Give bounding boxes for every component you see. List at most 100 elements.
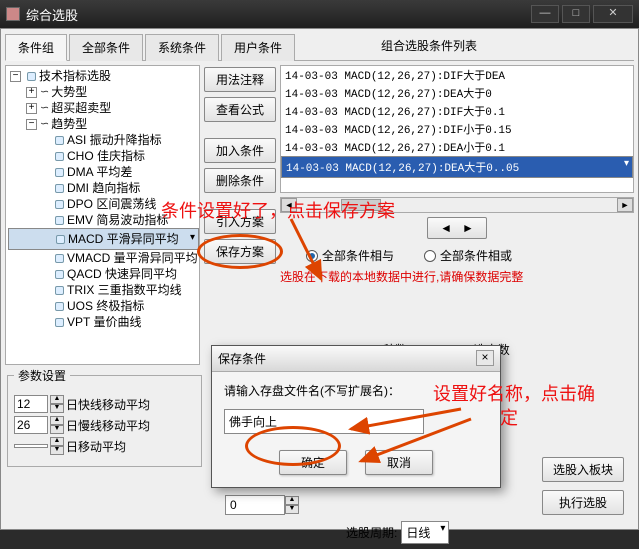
- hscrollbar[interactable]: ◄ ►: [280, 197, 634, 213]
- app-icon: [6, 7, 20, 21]
- window-title: 综合选股: [26, 5, 528, 24]
- collapse-icon[interactable]: −: [26, 119, 37, 130]
- leaf-icon: [55, 152, 64, 161]
- import-plan-button[interactable]: 引入方案: [204, 209, 276, 234]
- tree-leaf[interactable]: ASI 振动升降指标: [8, 132, 199, 148]
- leaf-icon: [55, 302, 64, 311]
- list-row[interactable]: 14-03-03 MACD(12,26,27):DIF小于0.15: [281, 120, 633, 138]
- period-select[interactable]: 日线: [401, 521, 449, 544]
- radio-and[interactable]: 全部条件相与: [306, 247, 394, 264]
- tree-leaf[interactable]: TRIX 三重指数平均线: [8, 282, 199, 298]
- list-row[interactable]: 14-03-03 MACD(12,26,27):DEA大于0..05: [281, 156, 633, 178]
- list-row[interactable]: 14-03-03 MACD(12,26,27):DIF大于DEA: [281, 66, 633, 84]
- tree-leaf[interactable]: DPO 区间震荡线: [8, 196, 199, 212]
- ok-button[interactable]: 确定: [279, 450, 347, 475]
- leaf-icon: [55, 184, 64, 193]
- spin-down-icon[interactable]: ▼: [50, 404, 64, 413]
- tree-leaf[interactable]: CHO 佳庆指标: [8, 148, 199, 164]
- tree-label: DPO 区间震荡线: [67, 196, 156, 212]
- list-row[interactable]: 14-03-03 MACD(12,26,27):DEA小于0.1: [281, 138, 633, 156]
- link-icon: ∽: [40, 116, 49, 132]
- leaf-icon: [55, 216, 64, 225]
- param-label: 日慢线移动平均: [66, 417, 150, 434]
- leaf-icon: [55, 136, 64, 145]
- tree-leaf[interactable]: EMV 简易波动指标: [8, 212, 199, 228]
- tab-all-conditions[interactable]: 全部条件: [69, 34, 143, 61]
- tab-system-conditions[interactable]: 系统条件: [145, 34, 219, 61]
- spin-up-icon[interactable]: ▲: [50, 416, 64, 425]
- tab-conditions-group[interactable]: 条件组: [5, 34, 67, 61]
- filename-input[interactable]: 佛手向上: [224, 409, 424, 434]
- execute-button[interactable]: 执行选股: [542, 490, 624, 515]
- spin-down-icon[interactable]: ▼: [285, 505, 299, 514]
- cancel-button[interactable]: 取消: [365, 450, 433, 475]
- dialog-close-button[interactable]: ×: [476, 350, 494, 366]
- tree-group[interactable]: +∽超买超卖型: [8, 100, 199, 116]
- leaf-icon: [55, 254, 64, 263]
- spin-up-icon[interactable]: ▲: [50, 395, 64, 404]
- button-column: 用法注释 查看公式 加入条件 删除条件 引入方案 保存方案: [204, 65, 276, 365]
- close-button[interactable]: ✕: [593, 5, 633, 23]
- spin-up-icon[interactable]: ▲: [285, 496, 299, 505]
- radio-label: 全部条件相与: [322, 247, 394, 264]
- tree-label: MACD 平滑异同平均: [68, 231, 179, 247]
- spinner-input[interactable]: 0: [225, 495, 285, 515]
- dialog-prompt: 请输入存盘文件名(不写扩展名)：: [224, 382, 488, 399]
- tree-group[interactable]: +∽大势型: [8, 84, 199, 100]
- condition-list[interactable]: 14-03-03 MACD(12,26,27):DIF大于DEA14-03-03…: [280, 65, 634, 193]
- tree-group[interactable]: −∽趋势型: [8, 116, 199, 132]
- tree-leaf[interactable]: DMA 平均差: [8, 164, 199, 180]
- leaf-icon: [55, 286, 64, 295]
- radio-icon: [424, 250, 436, 262]
- action-buttons: 选股入板块 执行选股: [542, 457, 624, 515]
- spin-down-icon[interactable]: ▼: [50, 446, 64, 455]
- add-to-block-button[interactable]: 选股入板块: [542, 457, 624, 482]
- tree-leaf[interactable]: UOS 终极指标: [8, 298, 199, 314]
- save-plan-button[interactable]: 保存方案: [204, 239, 276, 264]
- tree-leaf[interactable]: VPT 量价曲线: [8, 314, 199, 330]
- tree-label: ASI 振动升降指标: [67, 132, 162, 148]
- radio-or[interactable]: 全部条件相或: [424, 247, 512, 264]
- minimize-button[interactable]: —: [531, 5, 559, 23]
- tree-label: 技术指标选股: [39, 68, 111, 84]
- list-row[interactable]: 14-03-03 MACD(12,26,27):DIF大于0.1: [281, 102, 633, 120]
- radio-label: 全部条件相或: [440, 247, 512, 264]
- tree-leaf[interactable]: DMI 趋向指标: [8, 180, 199, 196]
- spin-down-icon[interactable]: ▼: [50, 425, 64, 434]
- expand-icon[interactable]: +: [26, 87, 37, 98]
- param-input[interactable]: 12: [14, 395, 48, 413]
- scroll-thumb[interactable]: [341, 199, 381, 211]
- param-input[interactable]: 26: [14, 416, 48, 434]
- period-label: 选股周期:: [346, 524, 397, 541]
- add-condition-button[interactable]: 加入条件: [204, 138, 276, 163]
- tab-user-conditions[interactable]: 用户条件: [221, 34, 295, 61]
- tree-label: QACD 快速异同平均: [67, 266, 177, 282]
- dialog-titlebar[interactable]: 保存条件 ×: [212, 346, 500, 372]
- usage-button[interactable]: 用法注释: [204, 67, 276, 92]
- spin-up-icon[interactable]: ▲: [50, 437, 64, 446]
- expand-icon[interactable]: +: [26, 103, 37, 114]
- tree[interactable]: −技术指标选股 +∽大势型 +∽超买超卖型 −∽趋势型 ASI 振动升降指标CH…: [5, 65, 200, 365]
- list-row[interactable]: 14-03-03 MACD(12,26,27):DEA大于0: [281, 84, 633, 102]
- right-pane: 14-03-03 MACD(12,26,27):DIF大于DEA14-03-03…: [280, 65, 634, 365]
- tree-leaf[interactable]: QACD 快速异同平均: [8, 266, 199, 282]
- tree-label: 趋势型: [51, 116, 87, 132]
- tree-leaf[interactable]: MACD 平滑异同平均: [8, 228, 199, 250]
- tree-label: 大势型: [51, 84, 87, 100]
- link-icon: ∽: [40, 84, 49, 100]
- period-row: 选股周期: 日线: [346, 521, 449, 544]
- view-formula-button[interactable]: 查看公式: [204, 97, 276, 122]
- scroll-right-icon[interactable]: ►: [617, 198, 633, 212]
- param-input[interactable]: [14, 444, 48, 448]
- leaf-icon: [55, 200, 64, 209]
- reorder-button[interactable]: ◄ ►: [427, 217, 487, 239]
- tree-root[interactable]: − 技术指标选股: [8, 68, 199, 84]
- maximize-button[interactable]: □: [562, 5, 590, 23]
- tree-leaf[interactable]: VMACD 量平滑异同平均: [8, 250, 199, 266]
- annotation-2b: 定: [500, 404, 518, 430]
- logic-radios: 全部条件相与 全部条件相或: [280, 247, 634, 264]
- scroll-left-icon[interactable]: ◄: [281, 198, 297, 212]
- list-label: 组合选股条件列表: [381, 37, 477, 54]
- delete-condition-button[interactable]: 删除条件: [204, 168, 276, 193]
- collapse-icon[interactable]: −: [10, 71, 21, 82]
